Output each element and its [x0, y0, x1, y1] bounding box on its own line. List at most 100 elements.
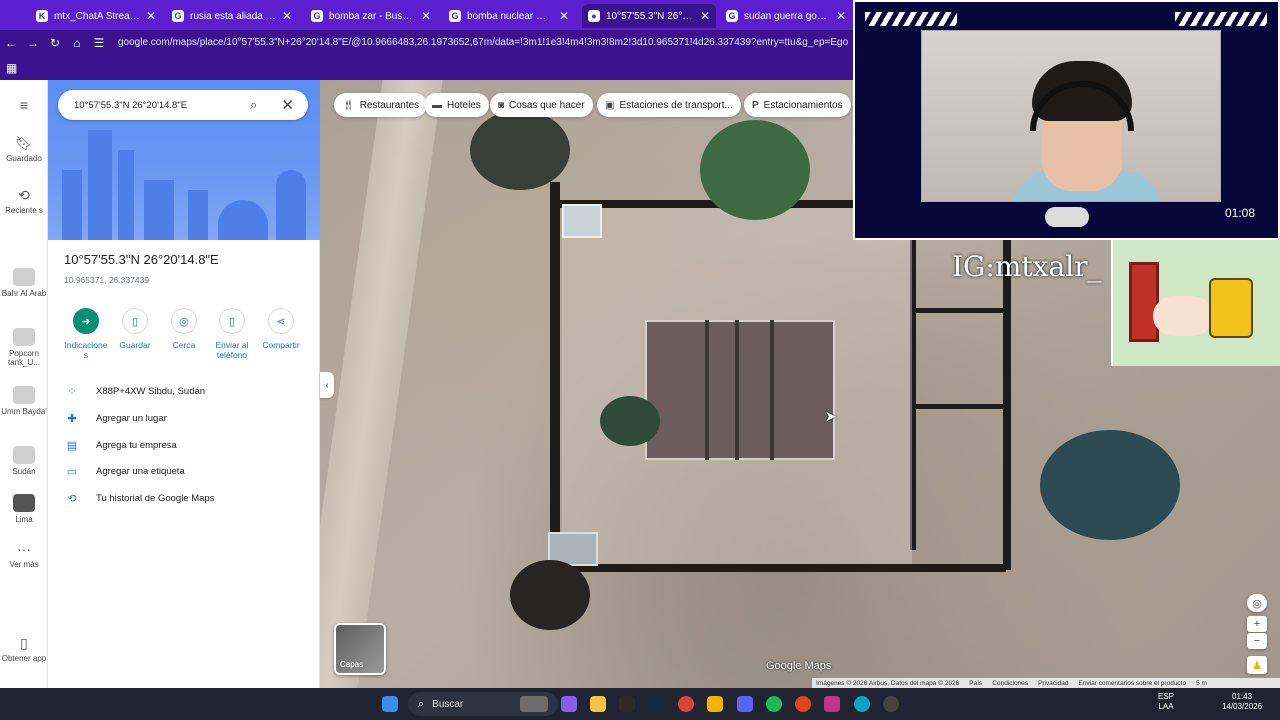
close-tab-icon[interactable]: ✕ — [700, 9, 710, 23]
epic-games-icon[interactable] — [619, 696, 635, 712]
tab-sudan[interactable]: G sudan guerra google ma ✕ — [720, 4, 852, 28]
rail-label: Obtener app — [1, 654, 47, 663]
url-field[interactable]: google.com/maps/place/10°57'55.3"N+26°20… — [118, 37, 848, 48]
rail-item-lima[interactable]: Lima — [0, 494, 48, 524]
back-icon[interactable]: ← — [0, 32, 22, 54]
country-link[interactable]: País — [969, 680, 982, 687]
save-button[interactable]: ▯ Guardar — [111, 308, 159, 350]
rail-item-recent[interactable]: ⟲ Reciente s — [0, 188, 48, 215]
compound-wall — [560, 564, 1006, 572]
instagram-icon[interactable] — [824, 696, 840, 712]
language-indicator[interactable]: ESP LAA — [1158, 692, 1174, 712]
gamepad-icon — [1045, 207, 1089, 227]
windows-start-icon[interactable] — [382, 696, 398, 712]
close-icon[interactable]: ✕ — [281, 96, 294, 114]
chip-label: Hoteles — [447, 99, 481, 111]
close-tab-icon[interactable]: ✕ — [836, 9, 846, 23]
close-tab-icon[interactable]: ✕ — [282, 9, 292, 23]
share-button[interactable]: ⋖ Compartir — [257, 308, 305, 350]
reload-icon[interactable]: ↻ — [44, 32, 66, 54]
hamburger-icon: ≡ — [19, 97, 29, 113]
tab-twitch[interactable]: K mtx_ChatA Stream - Waï ✕ — [30, 4, 162, 28]
rail-item-get-app[interactable]: ▯ Obtener app — [0, 636, 48, 663]
windows-taskbar: ⌕ Buscar ESP LAA 01:43 14/03/2026 — [0, 688, 1280, 720]
rail-label: Ver más — [9, 560, 39, 569]
close-tab-icon[interactable]: ✕ — [421, 9, 431, 23]
tab-bomba-nuclear[interactable]: G bomba nuclear mas fuerté ✕ — [443, 4, 575, 28]
list-label: X88P+4XW Sibdu, Sudán — [96, 385, 206, 397]
chip-things-to-do[interactable]: ◙ Cosas que hacer — [490, 93, 593, 117]
feedback-link[interactable]: Enviar comentarios sobre el producto — [1078, 680, 1186, 687]
chip-transit[interactable]: ▣ Estaciones de transport... — [597, 93, 741, 117]
app-icon[interactable] — [707, 696, 723, 712]
terms-link[interactable]: Condiciones — [992, 680, 1028, 687]
bed-icon: ▬ — [432, 99, 442, 111]
add-business-row[interactable]: ▤ Agrega tu empresa — [64, 436, 177, 454]
tab-bomba-zar[interactable]: G bomba zar - Buscar con G ✕ — [305, 4, 437, 28]
add-place-icon: ✚ — [67, 412, 77, 425]
lang-top: ESP — [1158, 692, 1175, 701]
rail-item-umm-bayda[interactable]: Umm Bayda' — [0, 386, 48, 416]
copilot-icon[interactable] — [561, 696, 577, 712]
rail-item-popcorn[interactable]: Popcorn tank_U... — [0, 328, 48, 367]
spotify-icon[interactable] — [766, 696, 782, 712]
rail-item-more[interactable]: ··· Ver más — [0, 542, 48, 569]
rail-item-bahr-al-arab[interactable]: Bahr Al Arab — [0, 268, 48, 298]
collapse-panel-button[interactable]: ‹ — [320, 372, 334, 398]
rail-label: Sudán — [12, 467, 36, 476]
edge-icon[interactable] — [854, 696, 870, 712]
zoom-in-button[interactable]: + — [1247, 616, 1267, 632]
file-explorer-icon[interactable] — [590, 696, 606, 712]
discord-icon[interactable] — [737, 696, 753, 712]
tab-rusia[interactable]: G rusia esta aliada con coré ✕ — [166, 4, 298, 28]
add-place-row[interactable]: ✚ Agregar un lugar — [64, 409, 166, 427]
close-tab-icon[interactable]: ✕ — [146, 9, 156, 23]
chrome-icon[interactable] — [678, 696, 694, 712]
my-location-button[interactable]: ◎ — [1247, 594, 1267, 612]
forward-icon[interactable]: → — [22, 32, 44, 54]
tab-title: rusia esta aliada con coré — [190, 10, 276, 22]
history-row[interactable]: ⟲ Tu historial de Google Maps — [64, 489, 214, 507]
steam-icon[interactable] — [648, 696, 664, 712]
action-label: Cerca — [172, 340, 196, 350]
search-input[interactable]: 10°57'55.3"N 26°20'14.8"E ⌕ ✕ — [58, 90, 308, 120]
close-tab-icon[interactable]: ✕ — [559, 9, 569, 23]
camera-icon: ◙ — [498, 99, 505, 111]
maps-pin-icon: ● — [588, 10, 600, 22]
home-icon[interactable]: ⌂ — [66, 32, 88, 54]
menu-button[interactable]: ≡ — [0, 98, 48, 116]
chip-restaurants[interactable]: 🍴︎ Restaurantes — [334, 93, 428, 117]
tab-maps-coords[interactable]: ● 10°57'55.3"N 26°20'14.8"E ✕ — [582, 4, 716, 28]
chip-label: Estacionamientos — [763, 99, 843, 111]
imagery-credit: Imágenes © 2026 Airbus, Datos del mapa ©… — [816, 679, 960, 687]
tab-title: sudan guerra google ma — [744, 10, 830, 22]
clock[interactable]: 01:43 14/03/2026 — [1222, 692, 1262, 712]
chip-label: Cosas que hacer — [509, 99, 585, 111]
directions-button[interactable]: ➜ Indicacione s — [62, 308, 110, 360]
app-icon[interactable] — [883, 696, 899, 712]
apps-grid-icon[interactable]: ▦ — [6, 61, 20, 75]
compound-wall — [550, 182, 560, 542]
rail-label: Bahr Al Arab — [1, 289, 47, 298]
overlay-stripes — [865, 12, 957, 26]
plus-code-row[interactable]: ⁘ X88P+4XW Sibdu, Sudán — [64, 382, 205, 400]
zoom-out-button[interactable]: − — [1247, 633, 1267, 649]
compound-wall — [916, 404, 1006, 409]
widgets-icon[interactable] — [520, 696, 548, 712]
place-thumb-icon — [13, 386, 35, 404]
more-icon: ··· — [17, 541, 31, 557]
site-info-icon[interactable]: ☰ — [88, 32, 110, 54]
layers-button[interactable]: Capas — [334, 623, 386, 675]
pegman-button[interactable]: ♟ — [1247, 656, 1267, 674]
brave-icon[interactable] — [795, 696, 811, 712]
search-icon: ⌕ — [418, 697, 425, 710]
rail-item-saved[interactable]: 🔖︎ Guardado — [0, 136, 48, 163]
send-to-phone-button[interactable]: ▯ Enviar al teléfono — [208, 308, 256, 360]
search-icon[interactable]: ⌕ — [250, 97, 264, 112]
rail-item-sudan[interactable]: Sudán — [0, 446, 48, 476]
nearby-button[interactable]: ◎ Cerca — [160, 308, 208, 350]
add-label-row[interactable]: ▭ Agregar una etiqueta — [64, 462, 185, 480]
chip-parking[interactable]: P Estacionamientos — [744, 93, 851, 117]
chip-hotels[interactable]: ▬ Hoteles — [424, 93, 489, 117]
privacy-link[interactable]: Privacidad — [1038, 680, 1068, 687]
